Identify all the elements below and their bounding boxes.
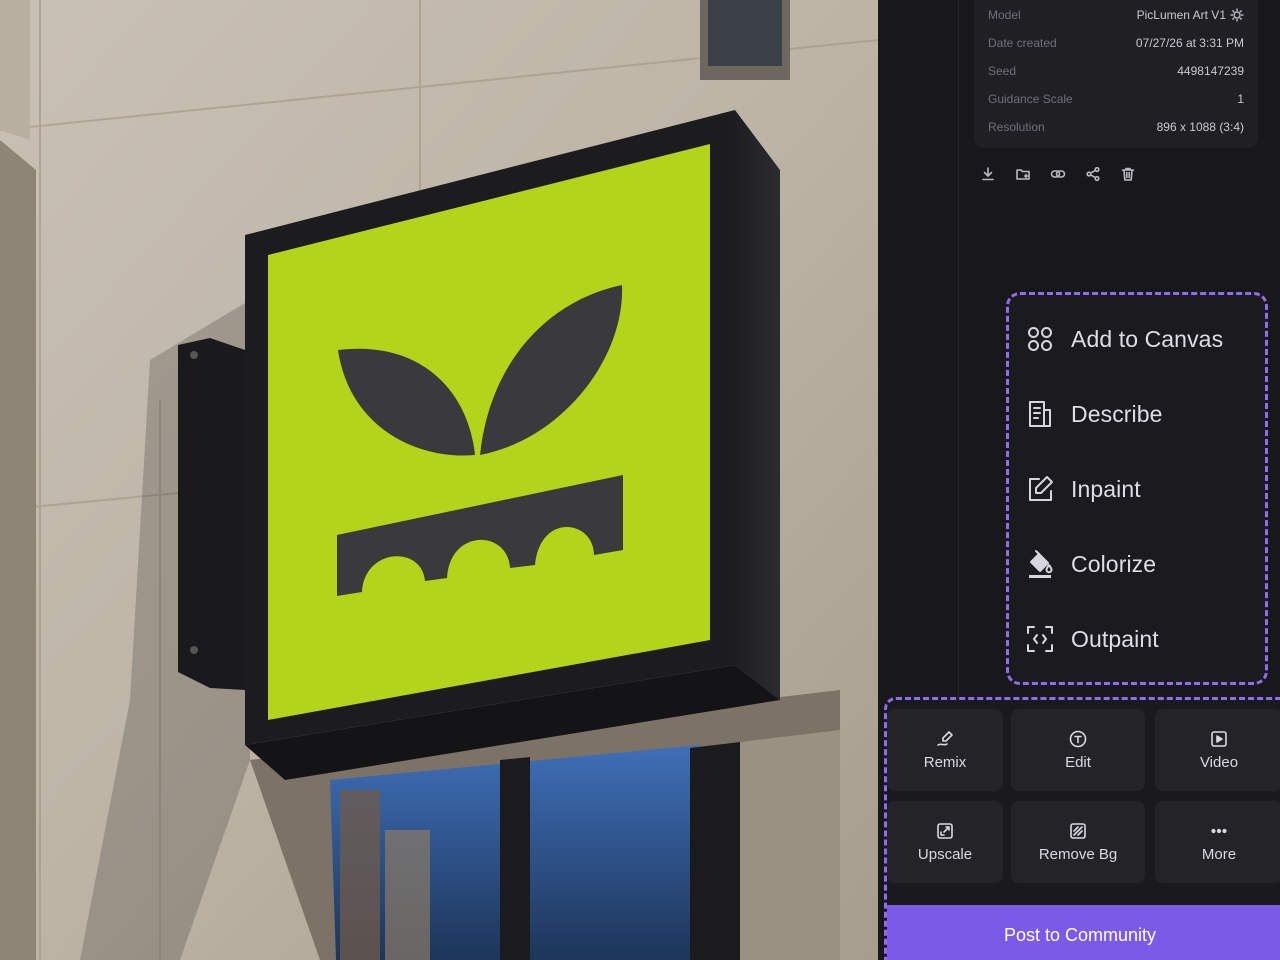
- detail-value: 896 x 1088 (3:4): [1156, 120, 1244, 134]
- menu-item-describe[interactable]: Describe: [1025, 394, 1163, 434]
- detail-row-date: Date created 07/27/26 at 3:31 PM: [988, 33, 1244, 53]
- video-button[interactable]: Video: [1155, 709, 1280, 791]
- image-details-card: Model PicLumen Art V1 Date created 07/27…: [974, 0, 1258, 148]
- image-actions: Remix Edit Video Upscale Remove Bg More …: [884, 697, 1280, 960]
- edit-button[interactable]: Edit: [1011, 709, 1145, 791]
- gear-icon: [1230, 8, 1244, 22]
- outpaint-icon: [1027, 626, 1053, 652]
- add-to-folder-button[interactable]: [1013, 164, 1033, 184]
- upscale-label: Upscale: [917, 845, 973, 863]
- menu-item-colorize[interactable]: Colorize: [1025, 544, 1156, 584]
- more-button[interactable]: More: [1155, 801, 1280, 883]
- menu-item-inpaint[interactable]: Inpaint: [1025, 469, 1141, 509]
- detail-label: Date created: [988, 36, 1057, 50]
- download-icon: [982, 167, 994, 181]
- canvas-icon: [1028, 327, 1052, 351]
- detail-value: PicLumen Art V1: [1136, 8, 1226, 22]
- more-label: More: [1201, 845, 1237, 863]
- edit-icon: [1069, 730, 1087, 747]
- menu-item-add-to-canvas[interactable]: Add to Canvas: [1025, 319, 1223, 359]
- download-button[interactable]: [978, 164, 998, 184]
- upscale-icon: [937, 822, 953, 839]
- detail-label: Resolution: [988, 120, 1045, 134]
- image-toolbar: [978, 164, 1138, 184]
- detail-row-guidance: Guidance Scale 1: [988, 89, 1244, 109]
- link-icon: [1050, 170, 1066, 178]
- trash-icon: [1121, 167, 1135, 181]
- image-detail-panel: Model PicLumen Art V1 Date created 07/27…: [878, 0, 1280, 960]
- remix-icon: [937, 730, 953, 746]
- more-icon: [1211, 828, 1227, 833]
- detail-row-model: Model PicLumen Art V1: [988, 5, 1244, 25]
- remix-button[interactable]: Remix: [887, 709, 1003, 791]
- more-actions-menu: Add to Canvas Describe Inpaint Colorize …: [1006, 292, 1268, 685]
- delete-button[interactable]: [1118, 164, 1138, 184]
- detail-row-resolution: Resolution 896 x 1088 (3:4): [988, 117, 1244, 137]
- detail-label: Model: [988, 8, 1021, 22]
- detail-row-seed: Seed 4498147239: [988, 61, 1244, 81]
- edit-label: Edit: [1065, 753, 1091, 771]
- menu-item-label: Add to Canvas: [1071, 325, 1224, 352]
- menu-item-label: Inpaint: [1071, 475, 1141, 502]
- post-to-community-button[interactable]: Post to Community: [887, 905, 1280, 960]
- menu-item-label: Outpaint: [1071, 625, 1159, 652]
- signboard-photo: [0, 0, 878, 960]
- menu-item-label: Describe: [1071, 400, 1163, 427]
- detail-value: 1: [1237, 92, 1244, 106]
- upscale-button[interactable]: Upscale: [887, 801, 1003, 883]
- detail-label: Guidance Scale: [988, 92, 1073, 106]
- remix-label: Remix: [923, 753, 967, 771]
- share-button[interactable]: [1083, 164, 1103, 184]
- detail-label: Seed: [988, 64, 1017, 78]
- remove-bg-label: Remove Bg: [1038, 845, 1118, 863]
- post-to-community-label: Post to Community: [1003, 924, 1157, 945]
- video-icon: [1211, 730, 1227, 747]
- describe-icon: [1029, 401, 1051, 427]
- detail-value: 07/27/26 at 3:31 PM: [1135, 36, 1244, 50]
- detail-value[interactable]: 4498147239: [1177, 64, 1244, 78]
- menu-item-outpaint[interactable]: Outpaint: [1025, 619, 1159, 659]
- inpaint-icon: [1029, 476, 1053, 501]
- menu-item-label: Colorize: [1071, 550, 1157, 577]
- share-icon: [1086, 166, 1100, 182]
- remove-bg-icon: [1070, 822, 1086, 839]
- remove-bg-button[interactable]: Remove Bg: [1011, 801, 1145, 883]
- generated-image: [0, 0, 878, 960]
- add-to-folder-icon: [1016, 169, 1030, 180]
- video-label: Video: [1199, 753, 1239, 771]
- copy-link-button[interactable]: [1048, 164, 1068, 184]
- panel-divider: [958, 0, 959, 700]
- colorize-icon: [1029, 550, 1053, 578]
